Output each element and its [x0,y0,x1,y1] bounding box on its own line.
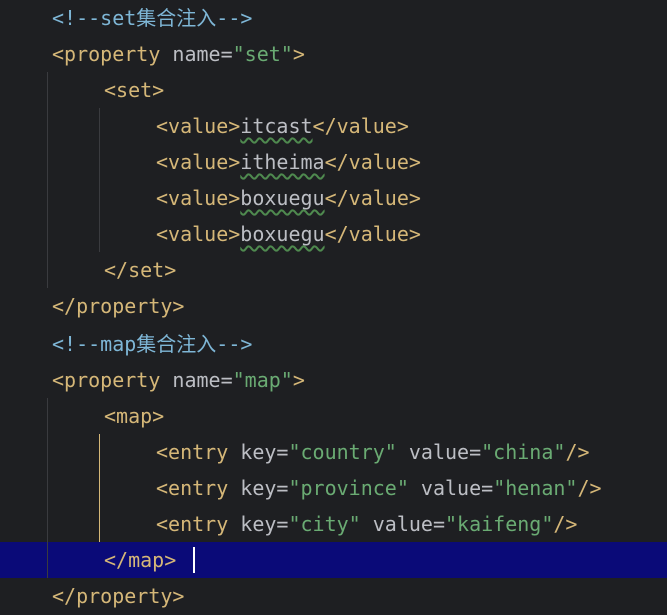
token-eq: = [276,512,289,536]
token-eq: = [276,440,289,464]
token-tag: <entry [156,476,241,500]
token-tag: <entry [156,512,241,536]
indent-guide-map [99,434,100,542]
code-line[interactable]: <property name="set"> [0,36,667,72]
token-eq: = [276,476,289,500]
token-comment: <!--map集合注入--> [52,332,253,356]
token-str: "city" [288,512,361,536]
token-tag: <value> [156,222,241,246]
token-tag: /> [565,440,590,464]
token-tag: /> [577,476,602,500]
token-tag: </property> [52,584,185,608]
code-line[interactable]: </property> [0,578,667,614]
code-line-content: <entry key="country" value="china"/> [156,434,590,470]
token-tag: <set> [104,78,165,102]
code-line-content: </property> [52,288,184,324]
token-str: "china" [481,440,566,464]
token-eq: = [469,440,482,464]
code-line-content: <value>itheima</value> [156,144,421,180]
indent-guide-property-map [47,398,48,578]
token-attr: value [396,440,470,464]
code-line-content: <value>boxuegu</value> [156,216,421,252]
code-editor[interactable]: </property> </map> <entry key="city" value… [0,0,667,615]
token-str: "map" [232,368,293,392]
token-eq: = [432,512,446,536]
code-line[interactable]: </set> [0,252,667,288]
token-tag: </value> [324,222,421,246]
code-line-content: </property> [52,578,184,614]
token-tag: /> [553,512,578,536]
token-tag: </property> [52,294,185,318]
token-tag: > [292,42,305,66]
token-text: boxuegu [240,222,325,246]
code-line[interactable]: <!--map集合注入--> [0,326,667,362]
token-text: itcast [240,114,313,138]
code-line[interactable]: <!--set集合注入--> [0,0,667,36]
code-line-content: <entry key="province" value="henan"/> [156,470,602,506]
code-line-content: <property name="set"> [52,36,305,72]
token-eq: = [220,368,233,392]
token-tag: <value> [156,114,241,138]
token-attr: name [172,368,221,392]
code-line[interactable]: <entry key="country" value="china"/> [0,434,667,470]
token-tag: <map> [104,404,165,428]
text-caret [193,547,195,573]
token-eq: = [220,42,233,66]
token-str: "province" [288,476,409,500]
token-tag: </value> [312,114,409,138]
code-line[interactable]: <set> [0,72,667,108]
code-line[interactable]: <value>itcast</value> [0,108,667,144]
code-line[interactable]: <value>itheima</value> [0,144,667,180]
token-tag: <value> [156,186,241,210]
code-line-content: <set> [104,72,164,108]
code-line-content: <property name="map"> [52,362,305,398]
code-line[interactable]: </map> [0,542,667,578]
token-tag: </value> [324,150,421,174]
code-line-content: <map> [104,398,164,434]
token-tag: </value> [324,186,421,210]
token-attr: name [172,42,221,66]
token-tag: <value> [156,150,241,174]
token-text: boxuegu [240,186,325,210]
token-tag: > [292,368,305,392]
token-attr: value [360,512,433,536]
code-line[interactable]: <value>boxuegu</value> [0,180,667,216]
token-attr: key [240,440,277,464]
token-str: "set" [232,42,293,66]
code-line-content: <value>boxuegu</value> [156,180,421,216]
code-line-content: </set> [104,252,176,288]
token-tag: <property [52,368,173,392]
token-str: "henan" [493,476,578,500]
token-tag: </set> [104,258,177,282]
code-line[interactable]: <entry key="province" value="henan"/> [0,470,667,506]
code-line[interactable]: <value>boxuegu</value> [0,216,667,252]
token-eq: = [481,476,494,500]
code-line-content: <entry key="city" value="kaifeng"/> [156,506,577,542]
code-line-content: </map> [104,542,176,578]
token-tag: <entry [156,440,241,464]
token-text: itheima [240,150,325,174]
token-attr: key [240,512,277,536]
code-line[interactable]: <entry key="city" value="kaifeng"/> [0,506,667,542]
code-line-content: <!--set集合注入--> [52,0,252,36]
token-str: "kaifeng" [445,512,554,536]
token-tag: <property [52,42,173,66]
token-str: "country" [288,440,397,464]
token-attr: value [408,476,482,500]
token-attr: key [240,476,277,500]
code-line-content: <value>itcast</value> [156,108,409,144]
indent-guide-set [99,108,100,252]
code-line-content: <!--map集合注入--> [52,326,252,362]
token-comment: <!--set集合注入--> [52,6,253,30]
code-line[interactable]: <map> [0,398,667,434]
code-line[interactable]: </property> [0,288,667,324]
indent-guide-property-set [47,72,48,288]
code-line[interactable]: <property name="map"> [0,362,667,398]
token-tag: </map> [104,548,177,572]
